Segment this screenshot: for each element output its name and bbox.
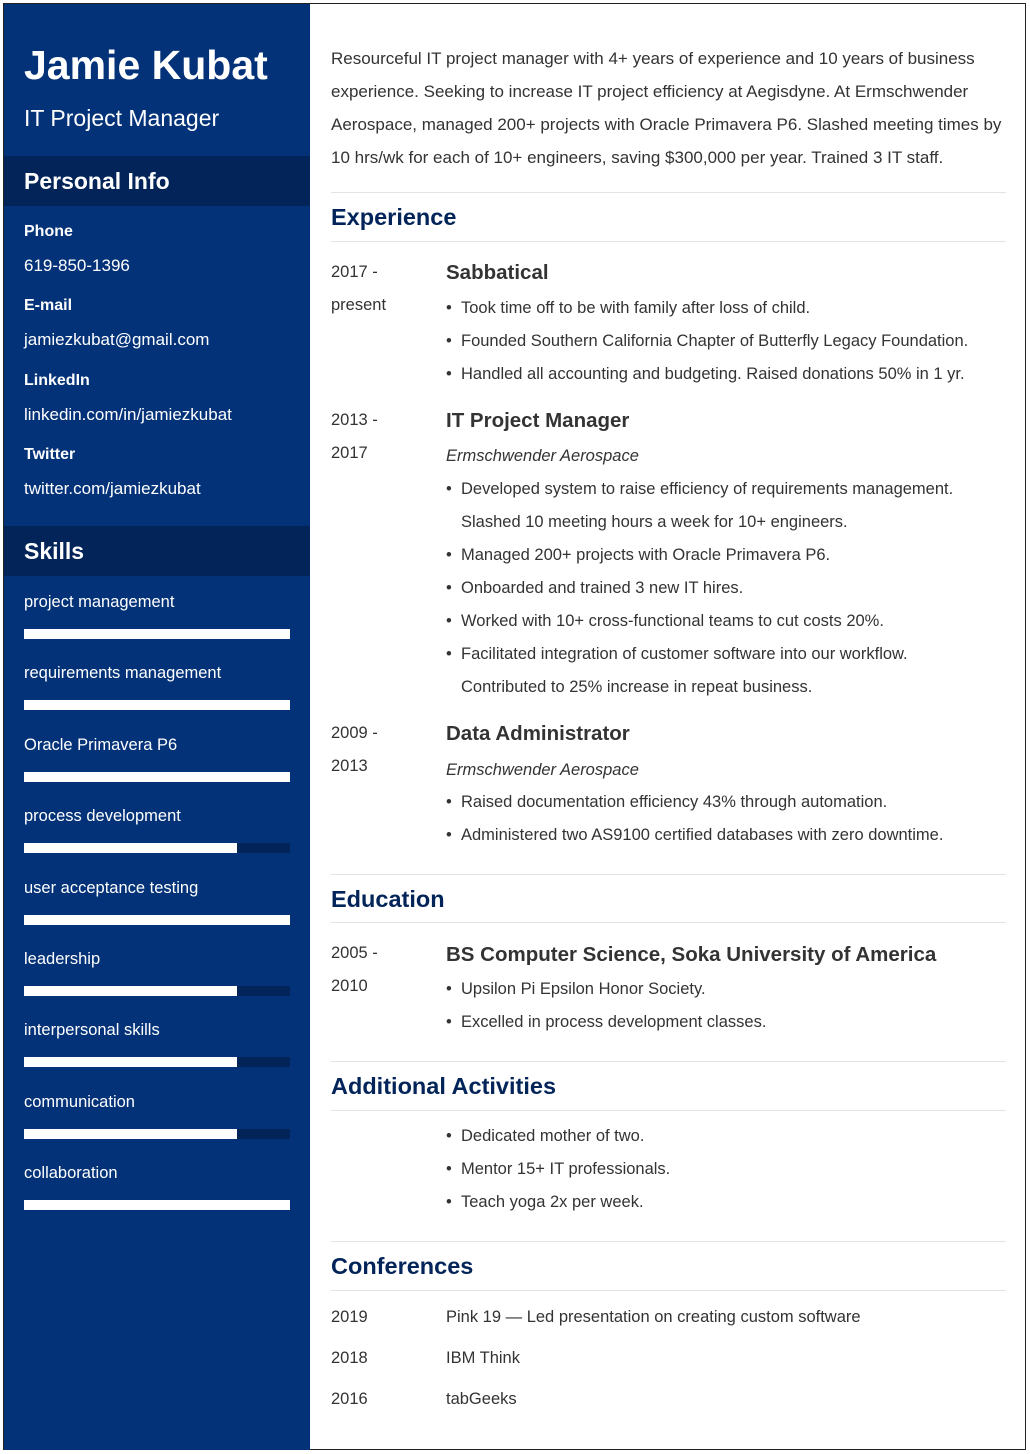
job-bullet: Worked with 10+ cross-functional teams t… xyxy=(446,605,884,638)
divider xyxy=(331,1061,1006,1062)
conference-year: 2016 xyxy=(331,1390,368,1408)
skill-level-bar xyxy=(24,914,290,925)
divider xyxy=(331,241,1006,242)
divider xyxy=(331,874,1006,875)
edu-date-end: 2010 xyxy=(331,977,368,995)
job-bullet: Handled all accounting and budgeting. Ra… xyxy=(446,358,965,391)
edu-bullet: Upsilon Pi Epsilon Honor Society. xyxy=(446,973,706,1006)
education-heading: Education xyxy=(331,886,445,912)
skill-level-fill xyxy=(24,1128,237,1139)
skill-name: Oracle Primavera P6 xyxy=(24,735,178,754)
candidate-name: Jamie Kubat xyxy=(24,42,268,88)
activity-bullet: Dedicated mother of two. xyxy=(446,1120,644,1153)
divider xyxy=(331,922,1006,923)
conferences-heading: Conferences xyxy=(331,1253,474,1279)
edu-date-start: 2005 - xyxy=(331,944,378,962)
skill-name: project management xyxy=(24,593,175,611)
job-bullet: Founded Southern California Chapter of B… xyxy=(446,325,968,358)
job-date-start: 2009 - xyxy=(331,724,378,742)
conference-name: Pink 19 — Led presentation on creating c… xyxy=(446,1308,861,1326)
skill-level-fill xyxy=(24,629,290,639)
divider xyxy=(331,1241,1006,1242)
twitter-label: Twitter xyxy=(24,446,76,463)
activity-bullet: Mentor 15+ IT professionals. xyxy=(446,1153,670,1186)
skill-level-fill xyxy=(24,843,237,854)
skill-level-fill xyxy=(24,700,290,711)
job-bullet: Took time off to be with family after lo… xyxy=(446,292,810,325)
skills-heading: Skills xyxy=(24,538,85,564)
conference-year: 2019 xyxy=(331,1308,368,1326)
phone-label: Phone xyxy=(24,223,73,240)
linkedin-label: LinkedIn xyxy=(24,372,90,389)
job-company: Ermschwender Aerospace xyxy=(446,761,639,779)
skill-level-fill xyxy=(24,914,290,925)
job-bullet: Administered two AS9100 certified databa… xyxy=(446,819,943,852)
job-bullet: Onboarded and trained 3 new IT hires. xyxy=(446,572,743,605)
skill-name: interpersonal skills xyxy=(24,1021,160,1040)
job-date-start: 2017 - xyxy=(331,263,378,281)
twitter-value[interactable]: twitter.com/jamiezkubat xyxy=(24,479,201,499)
conference-year: 2018 xyxy=(331,1349,368,1367)
skills-header: Skills xyxy=(4,526,310,576)
job-date-start: 2013 - xyxy=(331,411,378,429)
skill-name: leadership xyxy=(24,950,101,968)
candidate-title: IT Project Manager xyxy=(24,105,220,131)
skill-level-bar xyxy=(24,1200,290,1211)
edu-bullet: Excelled in process development classes. xyxy=(446,1006,766,1039)
summary: Resourceful IT project manager with 4+ y… xyxy=(331,49,1002,167)
conference-name: IBM Think xyxy=(446,1349,520,1367)
skill-name: collaboration xyxy=(24,1164,118,1183)
skill-level-fill xyxy=(24,986,237,996)
personal-info-header: Personal Info xyxy=(4,156,310,206)
job-bullet: Managed 200+ projects with Oracle Primav… xyxy=(446,539,830,572)
skill-level-bar xyxy=(24,629,290,639)
skill-level-bar xyxy=(24,843,290,854)
skill-level-bar xyxy=(24,1057,290,1068)
job-bullet: Developed system to raise efficiency of … xyxy=(446,473,1001,539)
phone-value: 619-850-1396 xyxy=(24,256,130,275)
job-bullet: Facilitated integration of customer soft… xyxy=(446,638,961,704)
conference-name: tabGeeks xyxy=(446,1390,517,1408)
divider xyxy=(331,1290,1006,1291)
job-bullet: Raised documentation efficiency 43% thro… xyxy=(446,786,887,819)
sidebar: Jamie Kubat IT Project Manager Personal … xyxy=(4,4,310,1450)
skill-level-fill xyxy=(24,1200,290,1211)
email-value[interactable]: jamiezkubat@gmail.com xyxy=(24,330,209,350)
skill-name: communication xyxy=(24,1092,135,1111)
activity-bullet: Teach yoga 2x per week. xyxy=(446,1186,644,1219)
skill-level-bar xyxy=(24,700,290,711)
skill-level-bar xyxy=(24,771,290,782)
skill-name: requirements management xyxy=(24,664,222,683)
divider xyxy=(331,192,1006,193)
experience-heading: Experience xyxy=(331,204,457,230)
job-date-end: 2013 xyxy=(331,757,368,775)
personal-info-heading: Personal Info xyxy=(24,168,170,194)
activities-heading: Additional Activities xyxy=(331,1073,557,1099)
skill-name: user acceptance testing xyxy=(24,878,199,897)
job-company: Ermschwender Aerospace xyxy=(446,447,639,465)
skill-level-bar xyxy=(24,1128,290,1139)
linkedin-value[interactable]: linkedin.com/in/jamiezkubat xyxy=(24,405,232,425)
divider xyxy=(331,1110,1006,1111)
job-date-end: 2017 xyxy=(331,444,368,462)
edu-degree: BS Computer Science, Soka University of … xyxy=(446,943,937,966)
job-date-end: present xyxy=(331,296,387,314)
skill-name: process development xyxy=(24,807,181,826)
skill-level-fill xyxy=(24,771,290,782)
skill-level-bar xyxy=(24,986,290,996)
skill-level-fill xyxy=(24,1057,237,1068)
job-title: Data Administrator xyxy=(446,722,630,745)
job-title: Sabbatical xyxy=(446,261,549,284)
job-title: IT Project Manager xyxy=(446,409,630,432)
email-label: E-mail xyxy=(24,297,73,314)
